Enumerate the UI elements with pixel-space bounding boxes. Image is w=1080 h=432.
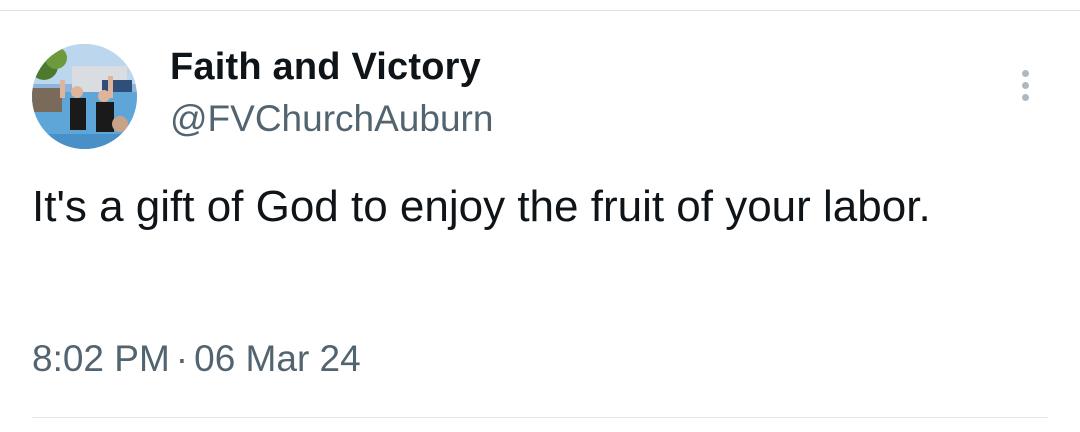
more-options-button[interactable] [1010, 66, 1040, 106]
vertical-ellipsis-icon [1022, 94, 1029, 101]
tweet-timestamp[interactable]: 8:02 PM · 06 Mar 24 [32, 338, 361, 380]
meta-separator: · [175, 338, 189, 379]
top-divider [0, 10, 1080, 11]
tweet-text: It's a gift of God to enjoy the fruit of… [32, 182, 931, 231]
avatar[interactable] [32, 44, 137, 149]
user-handle[interactable]: @FVChurchAuburn [170, 98, 493, 140]
tweet-date[interactable]: 06 Mar 24 [194, 338, 361, 379]
vertical-ellipsis-icon [1022, 82, 1029, 89]
display-name[interactable]: Faith and Victory [170, 46, 481, 89]
bottom-divider [32, 417, 1048, 418]
vertical-ellipsis-icon [1022, 70, 1029, 77]
tweet-time[interactable]: 8:02 PM [32, 338, 170, 379]
profile-photo-icon [32, 44, 137, 149]
